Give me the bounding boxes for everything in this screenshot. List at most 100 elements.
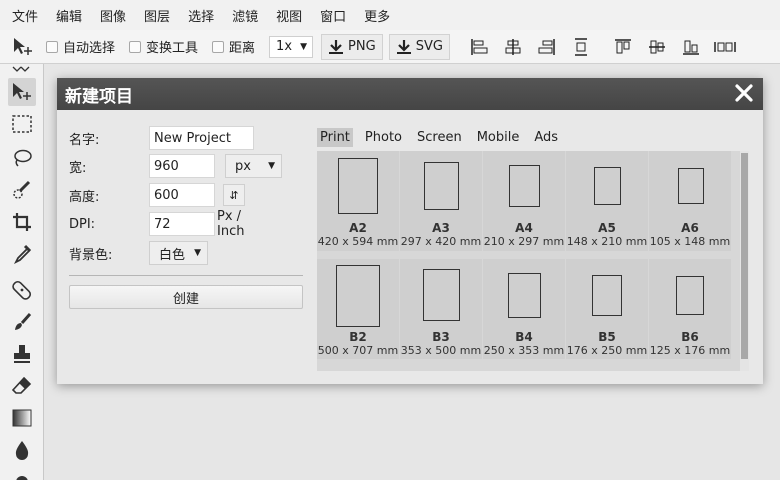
eraser-icon (12, 376, 32, 394)
download-icon (396, 39, 411, 54)
export-png-button[interactable]: PNG (321, 33, 383, 60)
preset-tabs: Print Photo Screen Mobile Ads (317, 126, 570, 148)
eyedropper-tool-button[interactable] (8, 240, 36, 268)
marquee-tool-button[interactable] (8, 110, 36, 138)
menu-view[interactable]: 视图 (276, 6, 302, 25)
preset-a6[interactable]: A6 105 x 148 mm (649, 151, 731, 251)
auto-select-checkbox[interactable]: 自动选择 (46, 37, 115, 56)
close-icon[interactable] (733, 82, 755, 104)
chevron-down-icon: ▼ (268, 161, 275, 171)
auto-select-label: 自动选择 (63, 41, 116, 56)
paper-shape (338, 158, 378, 214)
preset-scrollbar-thumb[interactable] (741, 153, 748, 359)
marquee-icon (12, 115, 32, 133)
eraser-tool-button[interactable] (8, 372, 36, 400)
preset-dimensions: 125 x 176 mm (649, 344, 731, 357)
quick-select-tool-button[interactable] (8, 176, 36, 204)
transform-tools-label: 变换工具 (146, 41, 199, 56)
preset-name: A6 (681, 221, 699, 235)
preset-a4[interactable]: A4 210 x 297 mm (483, 151, 565, 251)
menu-file[interactable]: 文件 (12, 6, 38, 25)
crop-icon (13, 213, 31, 231)
menu-select[interactable]: 选择 (188, 6, 214, 25)
align-right-icon[interactable] (536, 35, 558, 59)
preset-name: B6 (681, 330, 699, 344)
width-label: 宽: (69, 160, 87, 176)
crop-tool-button[interactable] (8, 208, 36, 236)
panel-collapse-icon[interactable] (10, 66, 32, 72)
paper-shape (423, 269, 460, 321)
preset-name: A2 (349, 221, 367, 235)
brush-tool-button[interactable] (8, 308, 36, 336)
preset-name: A5 (598, 221, 616, 235)
tab-photo[interactable]: Photo (362, 128, 405, 147)
preset-a2[interactable]: A2 420 x 594 mm (317, 151, 399, 251)
preset-dimensions: 176 x 250 mm (566, 344, 648, 357)
tab-print[interactable]: Print (317, 127, 353, 147)
unit-value: px (235, 158, 251, 174)
paper-shape (336, 265, 380, 327)
clone-stamp-tool-button[interactable] (8, 340, 36, 368)
export-svg-button[interactable]: SVG (388, 33, 450, 60)
width-input[interactable]: 960 (149, 154, 215, 178)
background-select[interactable]: 白色 ▼ (149, 241, 208, 265)
lasso-tool-button[interactable] (8, 144, 36, 172)
align-center-horizontal-icon[interactable] (502, 35, 524, 59)
preset-a5[interactable]: A5 148 x 210 mm (566, 151, 648, 251)
preset-dimensions: 148 x 210 mm (566, 235, 648, 248)
align-middle-vertical-icon[interactable] (646, 35, 668, 59)
preset-name: B4 (515, 330, 533, 344)
menu-window[interactable]: 窗口 (320, 6, 346, 25)
distribute-horizontal-icon[interactable] (714, 35, 736, 59)
gradient-tool-button[interactable] (8, 404, 36, 432)
paper-shape (676, 276, 704, 315)
checkbox-box (46, 40, 58, 53)
height-input[interactable]: 600 (149, 183, 215, 207)
move-tool-icon (12, 37, 34, 57)
options-toolbar: 自动选择 变换工具 距离 1x ▼ PNG SVG (0, 30, 780, 64)
paper-shape (424, 162, 459, 210)
tab-mobile[interactable]: Mobile (474, 128, 523, 147)
unit-select[interactable]: px ▼ (225, 154, 282, 178)
form-divider (69, 275, 303, 276)
blur-tool-button[interactable] (8, 436, 36, 464)
preset-b5[interactable]: B5 176 x 250 mm (566, 259, 648, 359)
paper-shape (678, 168, 704, 204)
paper-shape (508, 273, 541, 318)
distance-label: 距离 (229, 41, 256, 56)
tab-screen[interactable]: Screen (414, 128, 465, 147)
checkbox-box (212, 40, 225, 53)
dialog-title-bar: 新建项目 (57, 78, 763, 110)
align-top-icon[interactable] (612, 35, 634, 59)
menu-image[interactable]: 图像 (100, 6, 126, 25)
align-left-icon[interactable] (468, 35, 490, 59)
menu-layer[interactable]: 图层 (144, 6, 170, 25)
menu-bar: 文件 编辑 图像 图层 选择 滤镜 视图 窗口 更多 (0, 0, 780, 30)
tab-ads[interactable]: Ads (531, 128, 561, 147)
paper-shape (592, 275, 622, 316)
preset-name: B2 (349, 330, 367, 344)
name-input[interactable]: New Project (149, 126, 254, 150)
align-bottom-icon[interactable] (680, 35, 702, 59)
dodge-tool-button[interactable] (8, 464, 36, 480)
zoom-select[interactable]: 1x ▼ (269, 35, 314, 58)
distribute-vertical-icon[interactable] (570, 35, 592, 59)
menu-edit[interactable]: 编辑 (56, 6, 82, 25)
create-button[interactable]: 创建 (69, 285, 303, 309)
swap-icon: ⇵ (229, 188, 239, 202)
download-icon (329, 39, 344, 54)
dpi-input[interactable]: 72 (149, 212, 215, 236)
menu-filter[interactable]: 滤镜 (232, 6, 258, 25)
preset-a3[interactable]: A3 297 x 420 mm (400, 151, 482, 251)
swap-dimensions-button[interactable]: ⇵ (223, 184, 245, 206)
preset-b4[interactable]: B4 250 x 353 mm (483, 259, 565, 359)
preset-b2[interactable]: B2 500 x 707 mm (317, 259, 399, 359)
move-tool-button[interactable] (8, 78, 36, 106)
height-label: 高度: (69, 189, 100, 205)
healing-tool-button[interactable] (8, 276, 36, 304)
preset-b6[interactable]: B6 125 x 176 mm (649, 259, 731, 359)
transform-tools-checkbox[interactable]: 变换工具 (129, 37, 198, 56)
distance-checkbox[interactable]: 距离 (212, 37, 255, 56)
menu-more[interactable]: 更多 (364, 6, 390, 25)
preset-b3[interactable]: B3 353 x 500 mm (400, 259, 482, 359)
